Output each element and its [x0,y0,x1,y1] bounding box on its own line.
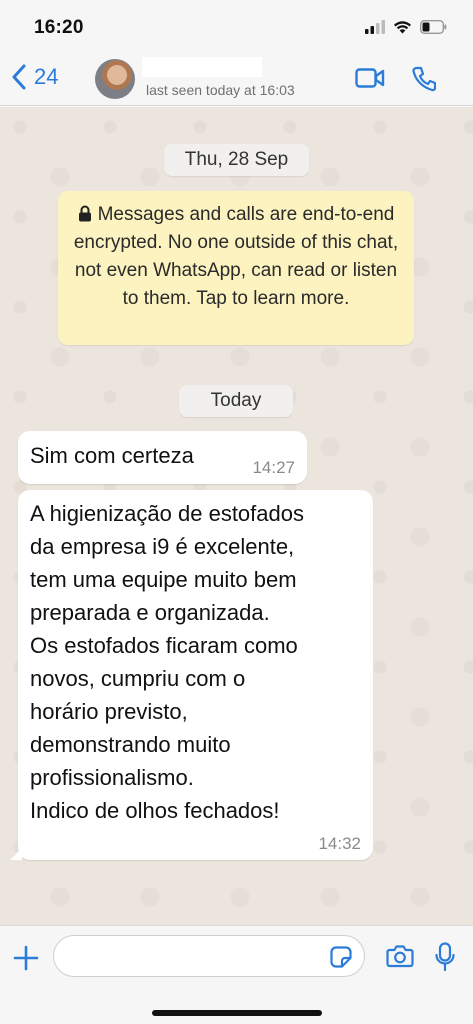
cellular-signal-icon [365,20,385,34]
chat-area[interactable]: Thu, 28 Sep Messages and calls are end-t… [0,107,473,925]
home-indicator [152,1010,322,1016]
plus-icon[interactable] [13,945,39,971]
encryption-notice-text: Messages and calls are end-to-end encryp… [73,204,399,309]
camera-icon[interactable] [386,944,414,968]
battery-icon [420,20,447,34]
message-time: 14:27 [252,458,295,477]
phone-call-icon[interactable] [412,66,436,92]
status-icons [365,19,447,35]
encryption-notice[interactable]: Messages and calls are end-to-end encryp… [58,191,414,345]
message-input[interactable] [53,935,365,977]
contact-name-redacted[interactable] [142,57,262,77]
input-bar [0,925,473,1024]
unread-count: 24 [34,64,59,89]
chevron-left-icon [12,64,26,90]
video-call-icon[interactable] [355,66,385,90]
chat-header: 24 last seen today at 16:03 [0,52,473,106]
avatar[interactable] [95,59,135,99]
message-text: A higienização de estofados da empresa i… [30,501,304,823]
lock-icon [78,205,91,222]
message-bubble[interactable]: A higienização de estofados da empresa i… [10,490,373,860]
microphone-icon[interactable] [435,942,455,972]
message-bubble[interactable]: Sim com certeza 14:27 [18,431,307,484]
last-seen-status: last seen today at 16:03 [146,82,295,98]
message-text: Sim com certeza [30,443,194,468]
wifi-icon [394,21,411,34]
date-chip-today: Today [179,385,293,417]
back-button[interactable]: 24 [12,64,58,90]
sticker-icon[interactable] [330,946,352,968]
status-time: 16:20 [34,17,84,38]
date-chip: Thu, 28 Sep [164,144,309,176]
bubble-tail [10,848,22,860]
status-bar: 16:20 [0,0,473,52]
message-time: 14:32 [318,834,361,853]
